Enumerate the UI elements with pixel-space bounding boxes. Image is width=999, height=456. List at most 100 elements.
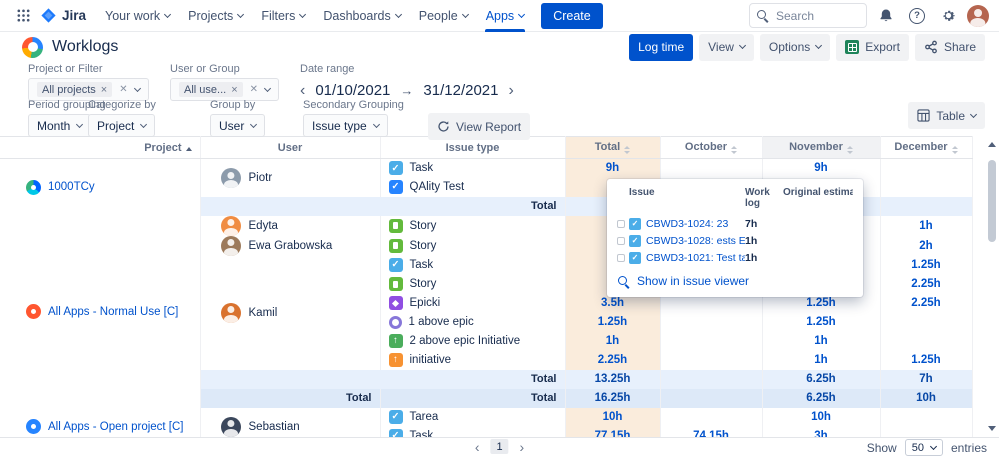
cell-total[interactable]: 1h <box>565 332 660 351</box>
next-period-icon[interactable] <box>508 83 513 99</box>
cell-december[interactable]: 10h <box>880 389 972 408</box>
date-from[interactable]: 01/10/2021 <box>315 82 390 99</box>
issue-link[interactable]: CBWD3-1028: ests EDITED <box>629 235 745 247</box>
nav-projects[interactable]: Projects <box>179 0 252 32</box>
nav-apps[interactable]: Apps <box>477 0 534 32</box>
column-header-november[interactable]: November <box>762 137 880 159</box>
issue-link[interactable]: CBWD3-1024: 23 <box>629 218 745 230</box>
scroll-down-icon[interactable] <box>988 426 996 431</box>
cell-november[interactable]: 9h <box>762 159 880 178</box>
issue-type-label: Story <box>410 278 437 290</box>
cell-december[interactable] <box>880 332 972 351</box>
column-header-label: User <box>278 142 302 154</box>
expand-icon[interactable] <box>617 254 625 262</box>
cell-october[interactable] <box>660 408 762 427</box>
cell-december[interactable]: 1.25h <box>880 256 972 275</box>
cell-december[interactable]: 1h <box>880 216 972 236</box>
column-header-total[interactable]: Total <box>565 137 660 159</box>
export-button[interactable]: Export <box>836 34 909 61</box>
cell-october[interactable] <box>660 351 762 370</box>
above-epic-icon <box>389 316 402 329</box>
notifications-button[interactable] <box>874 4 898 28</box>
view-mode-button[interactable]: Table <box>908 102 985 129</box>
cell-october[interactable] <box>660 332 762 351</box>
project-link[interactable]: All Apps - Open project [C] <box>26 419 184 434</box>
column-header-october[interactable]: October <box>660 137 762 159</box>
log-time-button[interactable]: Log time <box>629 34 693 61</box>
settings-button[interactable] <box>936 4 960 28</box>
user-profile-avatar[interactable] <box>967 5 989 27</box>
scrollbar-thumb[interactable] <box>988 160 996 242</box>
expand-icon[interactable] <box>617 220 625 228</box>
cell-total[interactable]: 2.25h <box>565 351 660 370</box>
cell-december[interactable]: 2.25h <box>880 275 972 294</box>
cell-october[interactable] <box>660 389 762 408</box>
create-button[interactable]: Create <box>541 3 603 29</box>
nav-people[interactable]: People <box>410 0 477 32</box>
jira-logo[interactable]: Jira <box>36 7 96 24</box>
cell-december[interactable] <box>880 159 972 178</box>
categorize-by-select[interactable]: Project <box>88 114 155 137</box>
cell-november[interactable]: 1h <box>762 351 880 370</box>
show-in-issue-viewer-link[interactable]: Show in issue viewer <box>617 274 853 288</box>
options-button[interactable]: Options <box>760 34 830 61</box>
project-filter-select[interactable]: All projects <box>28 78 149 101</box>
nav-dashboards[interactable]: Dashboards <box>314 0 409 32</box>
cell-december[interactable]: 7h <box>880 370 972 389</box>
secondary-grouping-select[interactable]: Issue type <box>303 114 388 137</box>
view-report-button[interactable]: View Report <box>428 113 530 140</box>
cell-december[interactable] <box>880 178 972 197</box>
project-link[interactable]: 1000TCy <box>26 180 95 195</box>
scroll-up-icon[interactable] <box>988 142 996 147</box>
project-filter-tag[interactable]: All projects <box>37 82 112 97</box>
column-header-user[interactable]: User <box>200 137 380 159</box>
clear-icon[interactable] <box>119 85 127 95</box>
cell-total[interactable]: 1.25h <box>565 313 660 332</box>
share-button[interactable]: Share <box>915 34 985 61</box>
cell-november[interactable]: 10h <box>762 408 880 427</box>
cell-december[interactable] <box>880 313 972 332</box>
expand-icon[interactable] <box>617 237 625 245</box>
period-grouping-select[interactable]: Month <box>28 114 91 137</box>
next-page-icon[interactable] <box>520 440 525 454</box>
user-filter-tag[interactable]: All use... <box>179 82 243 97</box>
issue-link[interactable]: CBWD3-1021: Test task <box>629 252 745 264</box>
user-filter-select[interactable]: All use... <box>170 78 279 101</box>
cell-october[interactable] <box>660 370 762 389</box>
cell-december[interactable]: 1.25h <box>880 351 972 370</box>
column-header-project[interactable]: Project <box>0 137 200 159</box>
cell-october[interactable] <box>660 313 762 332</box>
view-button[interactable]: View <box>699 34 754 61</box>
cell-november[interactable]: 6.25h <box>762 389 880 408</box>
nav-filters[interactable]: Filters <box>252 0 314 32</box>
current-page-button[interactable]: 1 <box>491 439 509 454</box>
cell-total[interactable]: 77.15h <box>565 427 660 438</box>
cell-total[interactable]: 13.25h <box>565 370 660 389</box>
page-size-select[interactable]: 50 <box>905 439 943 456</box>
cell-total[interactable]: 9h <box>565 159 660 178</box>
project-link[interactable]: All Apps - Normal Use [C] <box>26 304 178 319</box>
previous-period-icon[interactable] <box>300 83 305 99</box>
cell-november[interactable]: 1.25h <box>762 313 880 332</box>
cell-november[interactable]: 6.25h <box>762 370 880 389</box>
column-header-december[interactable]: December <box>880 137 972 159</box>
cell-december[interactable]: 2h <box>880 236 972 256</box>
previous-page-icon[interactable] <box>475 440 480 454</box>
group-by-select[interactable]: User <box>210 114 265 137</box>
app-switcher-icon[interactable] <box>10 2 36 30</box>
clear-icon[interactable] <box>250 85 258 95</box>
cell-november[interactable]: 1h <box>762 332 880 351</box>
cell-october[interactable]: 74.15h <box>660 427 762 438</box>
cell-december[interactable] <box>880 427 972 438</box>
cell-total[interactable]: 16.25h <box>565 389 660 408</box>
cell-december[interactable] <box>880 408 972 427</box>
cell-december[interactable]: 2.25h <box>880 294 972 313</box>
cell-total[interactable]: 10h <box>565 408 660 427</box>
cell-december[interactable] <box>880 197 972 216</box>
date-to[interactable]: 31/12/2021 <box>423 82 498 99</box>
cell-november[interactable]: 3h <box>762 427 880 438</box>
nav-your-work[interactable]: Your work <box>96 0 179 32</box>
cell-october[interactable] <box>660 159 762 178</box>
help-button[interactable] <box>905 4 929 28</box>
vertical-scrollbar[interactable] <box>987 138 997 435</box>
